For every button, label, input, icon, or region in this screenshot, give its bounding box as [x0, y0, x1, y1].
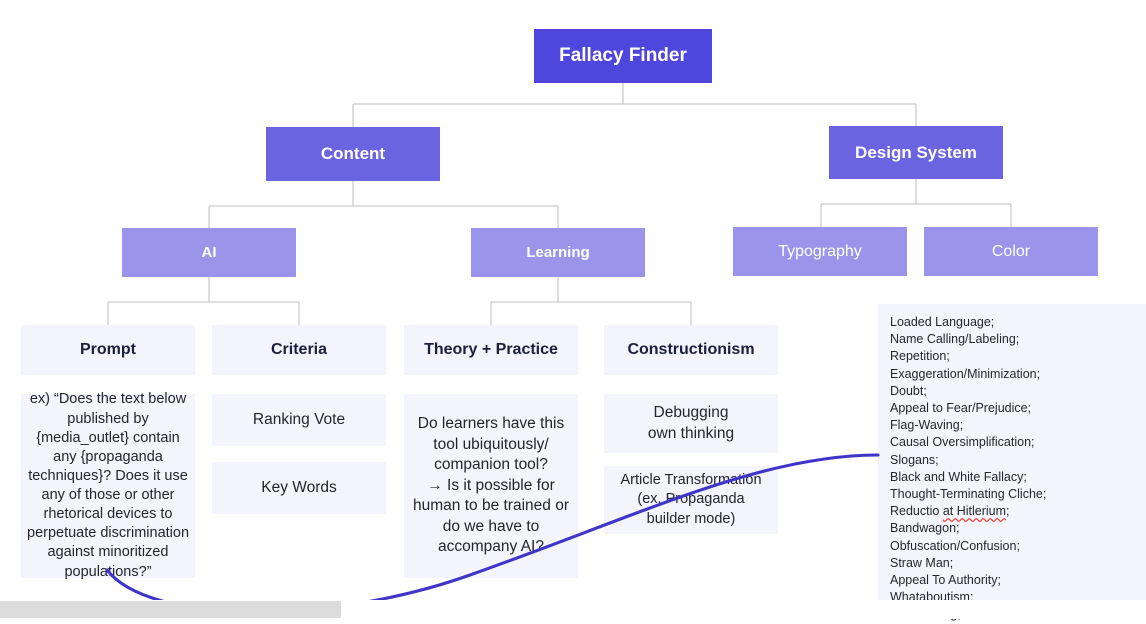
fallacy-list-item: Doubt; — [890, 383, 927, 398]
node-ai[interactable]: AI — [122, 228, 296, 277]
fallacy-list-item: Thought-Terminating Cliche; — [890, 487, 1047, 502]
fallacy-list-item: Appeal To Authority; — [890, 573, 1001, 588]
node-label: Fallacy Finder — [559, 45, 687, 66]
fallacy-list-item: Bandwagon; — [890, 521, 960, 536]
leaf-theory-practice-note[interactable]: Do learners have this tool ubiquitously/… — [404, 394, 578, 578]
node-label: Theory + Practice — [424, 341, 558, 358]
leaf-ranking-vote[interactable]: Ranking Vote — [212, 394, 386, 446]
node-label: Criteria — [270, 341, 328, 358]
fallacy-list-item: Slogans; — [890, 452, 939, 467]
spellcheck-underlined-text: at Hitlerium — [942, 504, 1007, 519]
node-label: Color — [991, 242, 1031, 260]
fallacy-list-item: Causal Oversimplification; — [890, 435, 1035, 450]
fallacy-list-item: Exaggeration/Minimization; — [890, 366, 1041, 381]
fallacy-list-item: Straw Man; — [890, 555, 954, 570]
fallacy-list-panel[interactable]: Loaded Language; Name Calling/Labeling; Re… — [878, 304, 1146, 621]
node-label: Typography — [778, 242, 862, 260]
leaf-text: Do learners have this tool ubiquitously/… — [413, 415, 569, 556]
leaf-text: Debugging own thinking — [647, 404, 735, 442]
node-content[interactable]: Content — [266, 127, 440, 181]
fallacy-list-item: Name Calling/Labeling; — [890, 332, 1020, 347]
node-constructionism[interactable]: Constructionism — [604, 325, 778, 375]
fallacy-list-item: Loaded Language; — [890, 315, 995, 329]
node-label: Constructionism — [627, 341, 755, 358]
leaf-text: Ranking Vote — [252, 410, 346, 428]
node-criteria[interactable]: Criteria — [212, 325, 386, 375]
node-color[interactable]: Color — [924, 227, 1098, 276]
leaf-text: Article Transformation (ex. Propaganda b… — [620, 472, 762, 527]
node-label: AI — [201, 244, 217, 261]
node-learning[interactable]: Learning — [471, 228, 645, 277]
node-label: Design System — [855, 142, 977, 162]
leaf-prompt-example[interactable]: ex) “Does the text below published by {m… — [21, 391, 195, 580]
leaf-article-transformation[interactable]: Article Transformation (ex. Propaganda b… — [604, 466, 778, 534]
diagram-canvas: Fallacy Finder Content Design System AI … — [0, 0, 1146, 621]
node-label: Learning — [526, 244, 590, 261]
node-design-system[interactable]: Design System — [829, 126, 1003, 179]
horizontal-scrollbar-thumb[interactable] — [0, 601, 341, 618]
fallacy-list-item: Appeal to Fear/Prejudice; — [890, 401, 1032, 416]
node-label: Prompt — [80, 341, 136, 358]
leaf-text: Key Words — [261, 478, 337, 496]
node-fallacy-finder[interactable]: Fallacy Finder — [534, 29, 712, 83]
leaf-debugging-own-thinking[interactable]: Debugging own thinking — [604, 394, 778, 453]
leaf-key-words[interactable]: Key Words — [212, 462, 386, 514]
leaf-text: ex) “Does the text below published by {m… — [27, 391, 190, 580]
node-label: Content — [320, 144, 386, 163]
node-typography[interactable]: Typography — [733, 227, 907, 276]
fallacy-list-item: Repetition; — [890, 349, 950, 364]
fallacy-list-item: Obfuscation/Confusion; — [890, 538, 1020, 553]
node-prompt[interactable]: Prompt — [21, 325, 195, 375]
fallacy-list-item: Flag-Waving; — [890, 418, 964, 433]
node-theory-practice[interactable]: Theory + Practice — [404, 325, 578, 375]
fallacy-list-item: Reductio at Hitlerium; — [890, 504, 1010, 519]
fallacy-list-item: Black and White Fallacy; — [890, 469, 1027, 484]
fallacy-list: Loaded Language; Name Calling/Labeling; Re… — [890, 314, 1146, 624]
